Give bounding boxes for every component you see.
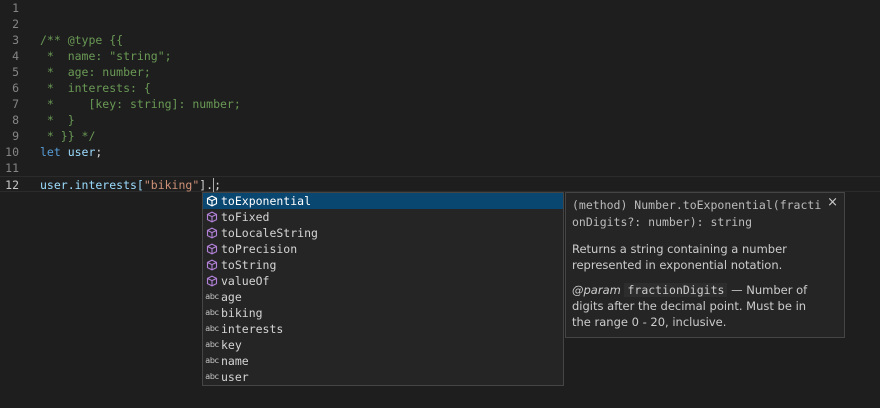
code-line[interactable]: 11 [0,160,880,176]
suggest-item-name[interactable]: abc name [203,353,563,369]
line-number: 9 [12,129,19,143]
param-doc: @param fractionDigits — Number of digits… [572,282,824,330]
code-line[interactable]: 3 /** @type {{ [0,32,880,48]
line-number: 4 [12,49,19,63]
suggest-item-label: age [221,290,242,304]
code-text: /** @type {{ [40,33,124,47]
code-text: let user; [40,144,102,160]
semicolon: ; [95,145,103,159]
suggest-item-label: interests [221,322,284,336]
suggest-list[interactable]: toExponential toFixed toLocaleString toPrec… [203,193,563,385]
code-line[interactable]: 6 * interests: { [0,80,880,96]
suggest-item-label: key [221,338,242,352]
suggest-item-age[interactable]: abc age [203,289,563,305]
identifier-user: user [60,145,96,159]
code-text: * }} */ [40,129,96,143]
code-line-current[interactable]: 12 user.interests["biking"].; [0,176,880,192]
suggest-item-label: toPrecision [221,242,298,256]
documentation: Returns a string containing a number rep… [572,241,824,330]
code-segment: user.interests[ [40,178,144,192]
suggest-item-toPrecision[interactable]: toPrecision [203,241,563,257]
suggest-item-toExponential[interactable]: toExponential [203,193,563,209]
word-abc-icon: abc [205,324,219,333]
suggest-item-biking[interactable]: abc biking [203,305,563,321]
suggest-item-label: toFixed [221,210,270,224]
method-cube-icon [205,274,219,288]
suggest-item-interests[interactable]: abc interests [203,321,563,337]
suggest-widget[interactable]: toExponential toFixed toLocaleString toPrec… [202,192,564,386]
param-tag: @param [572,283,621,297]
keyword-let: let [40,145,61,159]
method-cube-icon [205,210,219,224]
suggest-item-toLocaleString[interactable]: toLocaleString [203,225,563,241]
line-number: 2 [12,17,19,31]
line-number: 5 [12,65,19,79]
method-cube-icon [205,258,219,272]
suggest-item-user[interactable]: abc user [203,369,563,385]
suggest-item-label: toString [221,258,277,272]
suggest-item-label: name [221,354,249,368]
line-number: 8 [12,113,19,127]
line-number: 7 [12,97,19,111]
word-abc-icon: abc [205,340,219,349]
code-text: * } [40,113,75,127]
code-line[interactable]: 5 * age: number; [0,64,880,80]
method-cube-icon [205,194,219,208]
method-cube-icon [205,242,219,256]
line-number: 1 [12,1,19,15]
method-signature: (method) Number.toExponential(fractionDi… [572,198,822,229]
suggest-item-key[interactable]: abc key [203,337,563,353]
word-abc-icon: abc [205,292,219,301]
code-segment: ; [214,178,222,192]
suggest-item-label: toExponential [221,194,312,208]
param-name: fractionDigits [624,283,728,297]
suggest-item-toFixed[interactable]: toFixed [203,209,563,225]
code-line[interactable]: 10 let user; [0,144,880,160]
code-text: * age: number; [40,65,151,79]
code-line[interactable]: 8 * } [0,112,880,128]
code-line[interactable]: 2 [0,16,880,32]
code-text: * name: "string"; [40,49,172,63]
word-abc-icon: abc [205,356,219,365]
code-text: user.interests["biking"].; [40,177,221,193]
suggest-item-toString[interactable]: toString [203,257,563,273]
code-line[interactable]: 1 [0,0,880,16]
code-segment: ]. [199,178,214,192]
code-line[interactable]: 7 * [key: string]: number; [0,96,880,112]
word-abc-icon: abc [205,308,219,317]
suggest-item-label: toLocaleString [221,226,318,240]
suggest-item-label: valueOf [221,274,270,288]
code-text: * [key: string]: number; [40,97,241,111]
code-text: * interests: { [40,81,151,95]
close-icon[interactable]: × [827,195,838,210]
word-abc-icon: abc [205,372,219,381]
line-number: 3 [12,33,19,47]
suggest-item-label: biking [221,306,263,320]
method-description: Returns a string containing a number rep… [572,242,787,272]
string-literal: "biking" [143,178,200,192]
method-cube-icon [205,226,219,240]
suggest-item-valueOf[interactable]: valueOf [203,273,563,289]
code-line[interactable]: 9 * }} */ [0,128,880,144]
line-number: 6 [12,81,19,95]
code-line[interactable]: 4 * name: "string"; [0,48,880,64]
line-number: 11 [5,161,19,175]
suggest-item-label: user [221,370,249,384]
suggest-details-panel: × (method) Number.toExponential(fraction… [565,192,845,338]
line-number: 12 [5,178,19,192]
line-number: 10 [5,145,19,159]
